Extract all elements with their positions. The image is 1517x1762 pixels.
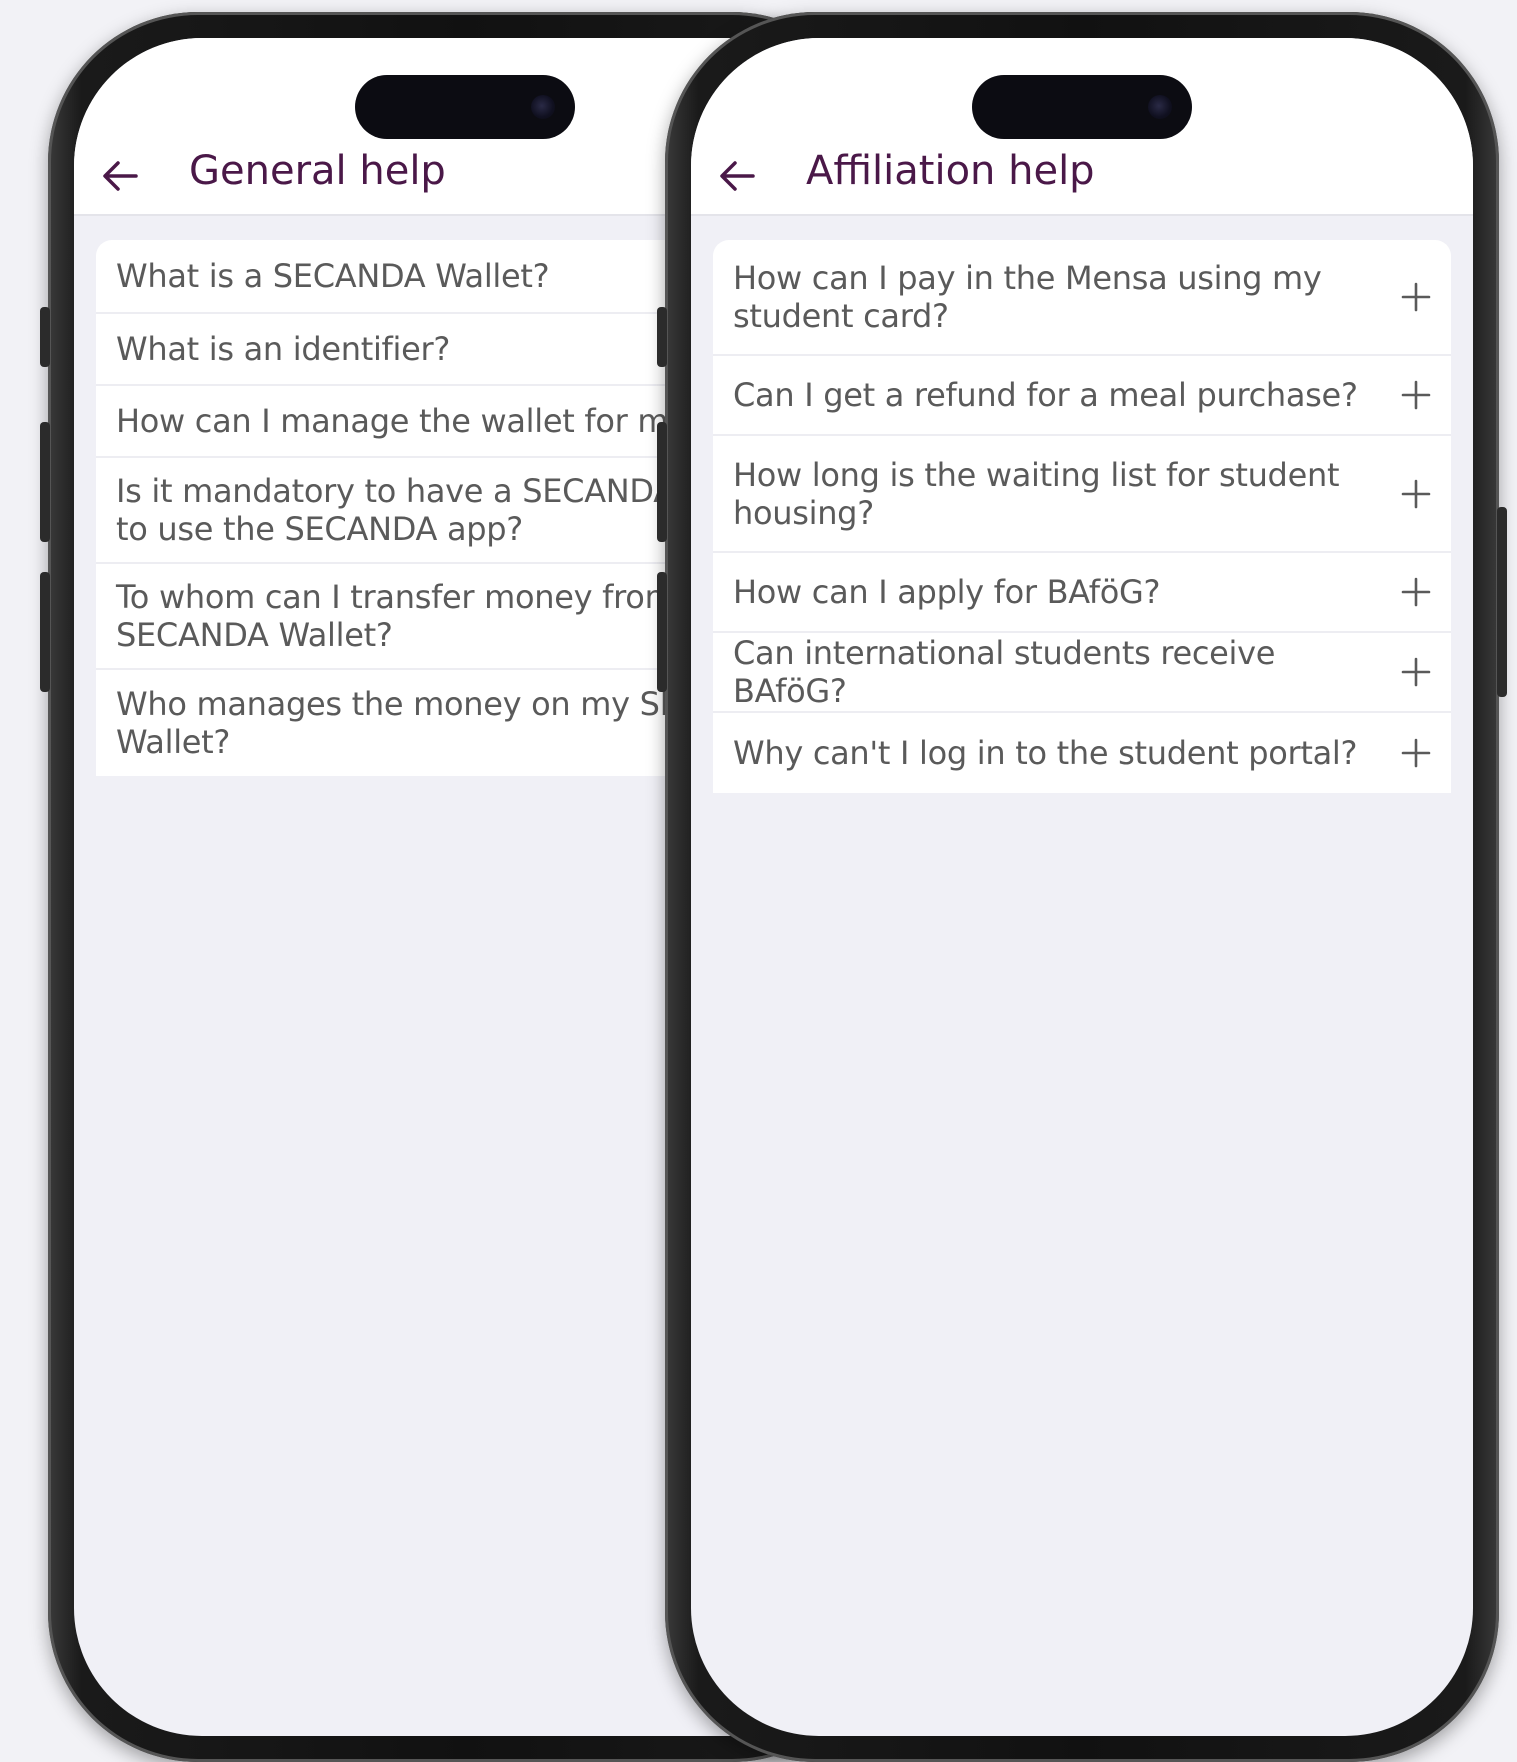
volume-down-button	[40, 572, 50, 692]
action-button	[40, 307, 50, 367]
faq-question: Why can't I log in to the student portal…	[733, 734, 1358, 772]
faq-item[interactable]: How can I pay in the Mensa using my stud…	[713, 240, 1451, 356]
right-app-bar: Affiliation help	[691, 38, 1473, 216]
volume-down-button	[657, 572, 667, 692]
volume-up-button	[40, 422, 50, 542]
right-faq-list: How can I pay in the Mensa using my stud…	[713, 240, 1451, 793]
plus-icon[interactable]	[1401, 282, 1431, 312]
side-button	[1497, 507, 1507, 697]
faq-item[interactable]: How long is the waiting list for student…	[713, 436, 1451, 553]
page-title: Affiliation help	[806, 148, 1095, 194]
faq-item[interactable]: How can I apply for BAföG?	[713, 553, 1451, 633]
faq-item[interactable]: Can international students receive BAföG…	[713, 633, 1451, 713]
faq-question: Can I get a refund for a meal purchase?	[733, 376, 1358, 414]
faq-question: How can I apply for BAföG?	[733, 573, 1161, 611]
faq-question: How can I pay in the Mensa using my stud…	[733, 259, 1322, 335]
plus-icon[interactable]	[1401, 738, 1431, 768]
right-phone-frame: Affiliation help How can I pay in the Me…	[657, 12, 1507, 1762]
faq-question: How long is the waiting list for student…	[733, 455, 1340, 532]
arrow-left-icon[interactable]	[98, 154, 142, 198]
faq-item[interactable]: Why can't I log in to the student portal…	[713, 713, 1451, 793]
faq-item[interactable]: Can I get a refund for a meal purchase?	[713, 356, 1451, 436]
camera-icon	[531, 95, 555, 119]
arrow-left-icon[interactable]	[715, 154, 759, 198]
plus-icon[interactable]	[1401, 380, 1431, 410]
page-title: General help	[189, 148, 446, 194]
camera-icon	[1148, 95, 1172, 119]
plus-icon[interactable]	[1401, 479, 1431, 509]
faq-question: Can international students receive BAföG…	[733, 634, 1276, 710]
plus-icon[interactable]	[1401, 577, 1431, 607]
dynamic-island	[972, 75, 1192, 139]
right-screen: Affiliation help How can I pay in the Me…	[691, 38, 1473, 1736]
dynamic-island	[355, 75, 575, 139]
volume-up-button	[657, 422, 667, 542]
action-button	[657, 307, 667, 367]
plus-icon[interactable]	[1401, 657, 1431, 687]
